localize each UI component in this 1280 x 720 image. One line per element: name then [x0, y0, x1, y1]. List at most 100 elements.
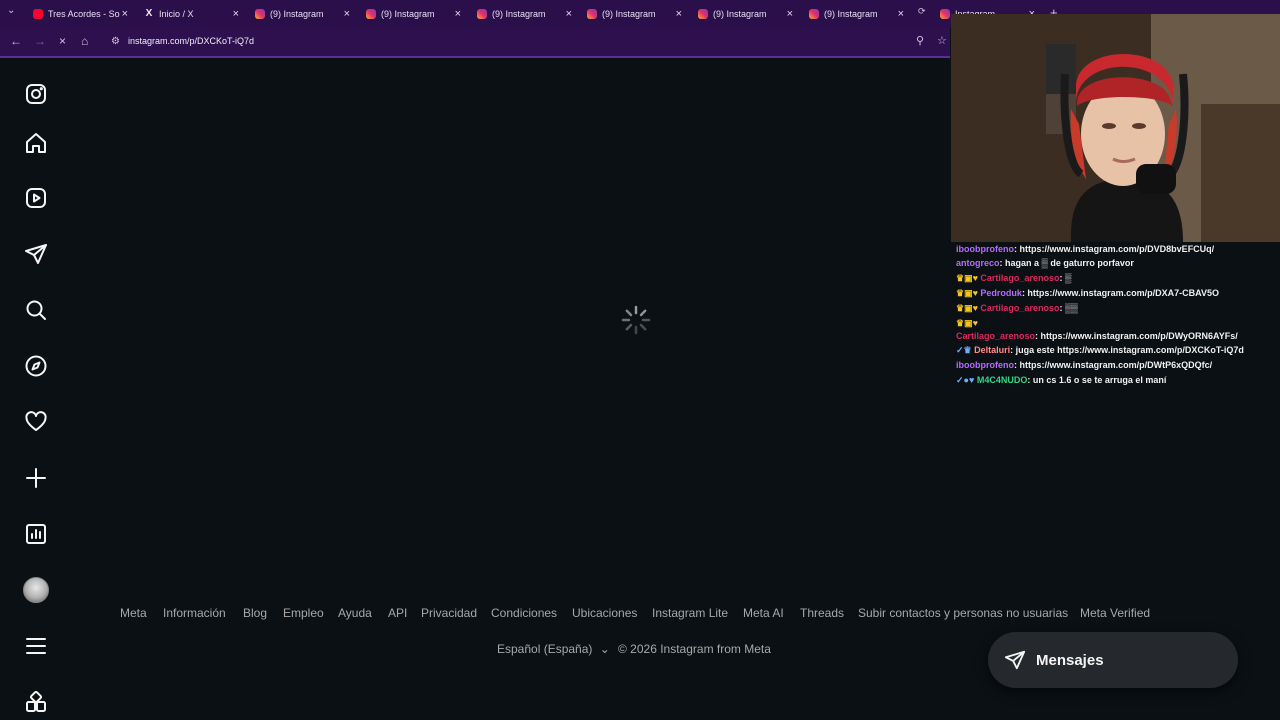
- tab-instagram[interactable]: (9) Instagram ×: [366, 3, 461, 25]
- footer-link[interactable]: Instagram Lite: [652, 606, 728, 620]
- tab-label: (9) Instagram: [492, 9, 546, 19]
- chat-message: ♛▣♥ Pedroduk: https://www.instagram.com/…: [956, 288, 1219, 299]
- footer-link[interactable]: Blog: [243, 606, 267, 620]
- chat-text: : ▒▒: [1059, 303, 1078, 313]
- chat-badge-icons: ♛▣♥: [956, 273, 981, 283]
- tab-youtube[interactable]: Tres Acordes - So ×: [33, 3, 128, 25]
- footer-links: Meta Información Blog Empleo Ayuda API P…: [0, 606, 1280, 624]
- tab-label: Inicio / X: [159, 9, 194, 19]
- chat-username: antogreco: [956, 258, 1000, 268]
- x-logo-icon: X: [145, 8, 153, 19]
- chat-message: ♛▣♥ Cartilago_arenoso: ▒▒: [956, 303, 1078, 314]
- stop-loading-icon[interactable]: ×: [59, 34, 66, 48]
- chat-text: : https://www.instagram.com/p/DVD8bvEFCU…: [1014, 244, 1215, 254]
- tab-x[interactable]: X Inicio / X ×: [144, 3, 239, 25]
- chat-badge-icons: ✓♛: [956, 345, 975, 355]
- footer-link[interactable]: Meta AI: [743, 606, 784, 620]
- close-tab-icon[interactable]: ×: [122, 8, 128, 20]
- language-selector[interactable]: Español (España) ⌄: [497, 642, 610, 656]
- dashboard-icon[interactable]: [22, 520, 50, 548]
- chat-badge-icons: ✓●♥: [956, 375, 977, 385]
- footer-link[interactable]: Meta: [120, 606, 147, 620]
- tab-instagram[interactable]: (9) Instagram ×: [698, 3, 793, 25]
- zoom-icon[interactable]: ⚲: [916, 34, 924, 47]
- tab-label: (9) Instagram: [713, 9, 767, 19]
- stream-chat: iboobprofeno: https://www.instagram.com/…: [951, 242, 1280, 392]
- instagram-logo-icon[interactable]: [22, 80, 50, 108]
- language-label: Español (España): [497, 642, 593, 656]
- tab-label: (9) Instagram: [381, 9, 435, 19]
- also-from-meta-icon[interactable]: [22, 688, 50, 716]
- chat-username: M4C4NUDO: [976, 375, 1028, 385]
- explore-compass-icon[interactable]: [22, 352, 50, 380]
- copyright: © 2026 Instagram from Meta: [618, 642, 771, 656]
- messages-label: Mensajes: [1036, 652, 1104, 669]
- home-icon[interactable]: [22, 129, 50, 157]
- footer-link[interactable]: Ayuda: [338, 606, 372, 620]
- close-tab-icon[interactable]: ×: [233, 8, 239, 20]
- direct-messages-icon[interactable]: [22, 240, 50, 268]
- more-menu-icon[interactable]: [22, 632, 50, 660]
- chat-message: ✓♛ Deltaluri: juga este https://www.inst…: [956, 345, 1244, 356]
- tab-list-chevron-icon[interactable]: ⌄: [7, 5, 15, 16]
- instagram-icon: [940, 9, 950, 19]
- loading-icon: ⟳: [918, 6, 926, 16]
- close-tab-icon[interactable]: ×: [344, 8, 350, 20]
- chevron-down-icon: ⌄: [599, 642, 610, 656]
- search-icon[interactable]: [22, 296, 50, 324]
- tab-label: Tres Acordes - So: [48, 9, 120, 19]
- close-tab-icon[interactable]: ×: [898, 8, 904, 20]
- chat-text: : ▒: [1059, 273, 1072, 283]
- tab-instagram[interactable]: (9) Instagram ×: [809, 3, 904, 25]
- home-icon[interactable]: ⌂: [81, 34, 88, 48]
- bookmark-star-icon[interactable]: ☆: [937, 34, 947, 47]
- messages-button[interactable]: Mensajes: [988, 632, 1238, 688]
- footer-link[interactable]: Empleo: [283, 606, 324, 620]
- chat-username: Cartilago_arenoso: [980, 303, 1060, 313]
- chat-message: Cartilago_arenoso: https://www.instagram…: [956, 331, 1238, 341]
- footer-link[interactable]: Meta Verified: [1080, 606, 1150, 620]
- close-tab-icon[interactable]: ×: [566, 8, 572, 20]
- close-tab-icon[interactable]: ×: [787, 8, 793, 20]
- browser-toolbar: ← → × ⌂ ⚙ instagram.com/p/DXCKoT-iQ7d ⚲ …: [0, 28, 950, 58]
- reels-icon[interactable]: [22, 184, 50, 212]
- profile-avatar[interactable]: [22, 576, 50, 604]
- instagram-icon: [698, 9, 708, 19]
- chat-badge-icons: ♛▣♥: [956, 303, 981, 313]
- instagram-icon: [809, 9, 819, 19]
- webcam-overlay: [951, 14, 1280, 242]
- chat-username: Cartilago_arenoso: [980, 273, 1060, 283]
- footer-link[interactable]: API: [388, 606, 407, 620]
- streamer-webcam-image: [951, 14, 1280, 242]
- chat-badge-icons: ♛▣♥: [956, 318, 978, 328]
- footer-link[interactable]: Threads: [800, 606, 844, 620]
- chat-message: iboobprofeno: https://www.instagram.com/…: [956, 360, 1212, 370]
- chat-username: Cartilago_arenoso: [956, 331, 1036, 341]
- chat-text: : https://www.instagram.com/p/DWtP6xQDQf…: [1014, 360, 1213, 370]
- chat-text: : juga este https://www.instagram.com/p/…: [1010, 345, 1244, 355]
- notifications-heart-icon[interactable]: [22, 408, 50, 436]
- tab-label: (9) Instagram: [270, 9, 324, 19]
- close-tab-icon[interactable]: ×: [455, 8, 461, 20]
- chat-username: iboobprofeno: [956, 360, 1014, 370]
- footer-link[interactable]: Ubicaciones: [572, 606, 637, 620]
- forward-icon[interactable]: →: [34, 34, 46, 48]
- footer-link[interactable]: Condiciones: [491, 606, 557, 620]
- chat-message: antogreco: hagan a ▒ de gaturro porfavor: [956, 258, 1134, 268]
- address-bar[interactable]: instagram.com/p/DXCKoT-iQ7d: [128, 36, 254, 46]
- close-tab-icon[interactable]: ×: [676, 8, 682, 20]
- back-icon[interactable]: ←: [10, 34, 22, 48]
- tab-label: (9) Instagram: [602, 9, 656, 19]
- tab-instagram[interactable]: (9) Instagram ×: [587, 3, 682, 25]
- footer-link[interactable]: Privacidad: [421, 606, 477, 620]
- chat-username: Pedroduk: [980, 288, 1022, 298]
- footer-link[interactable]: Subir contactos y personas no usuarias: [858, 606, 1068, 620]
- instagram-icon: [477, 9, 487, 19]
- chat-username: Deltaluri: [974, 345, 1011, 355]
- site-info-icon[interactable]: ⚙: [111, 36, 120, 47]
- tab-label: (9) Instagram: [824, 9, 878, 19]
- footer-link[interactable]: Información: [163, 606, 226, 620]
- tab-instagram[interactable]: (9) Instagram ×: [255, 3, 350, 25]
- tab-instagram[interactable]: (9) Instagram ×: [477, 3, 572, 25]
- create-plus-icon[interactable]: [22, 464, 50, 492]
